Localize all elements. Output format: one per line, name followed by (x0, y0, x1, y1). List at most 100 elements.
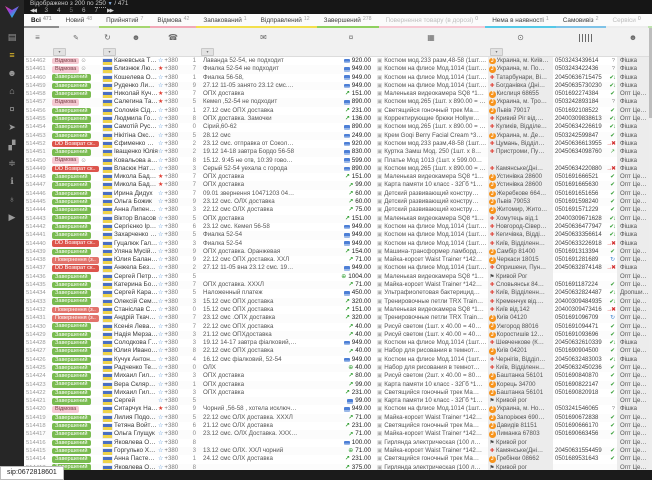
star-icon[interactable]: ☆ (158, 448, 163, 454)
comment-cell[interactable]: Фиалка 56-58, (199, 74, 328, 82)
tab-5[interactable]: Відправлений12 (254, 14, 317, 28)
phone-cell[interactable]: ☆+380 (158, 157, 188, 165)
tracking-cell[interactable]: 20450632824487✔↓ (553, 289, 617, 297)
status-cell[interactable]: Завершений (51, 414, 101, 422)
phone-cell[interactable]: ☆+380 (158, 107, 188, 115)
phone-cell[interactable]: ☆+380 (158, 422, 188, 430)
app-logo[interactable] (0, 0, 24, 24)
customer-name[interactable]: Самотій Руслана Во… (114, 123, 158, 131)
table-row[interactable]: 514419 Завершений Лилия Подолинская ☆+38… (24, 414, 649, 422)
tracking-cell[interactable]: 0501691651656✔ (553, 190, 617, 198)
status-cell[interactable]: Завершений (51, 181, 101, 189)
table-row[interactable]: 514451 Завершений Іващенко Юлія ☆+380 2 … (24, 148, 649, 156)
table-row[interactable]: 514420 Відмова Ситарчук Наталія ★+380 9 … (24, 405, 649, 413)
phone-cell[interactable]: ☆+380 (158, 215, 188, 223)
phone-cell[interactable]: ☆+380 (158, 74, 188, 82)
client-group-icon[interactable]: ☻ (617, 33, 649, 42)
customer-name[interactable]: Анна Липенська (114, 206, 158, 214)
tracking-cell[interactable]: 20400309484935✔↓ (553, 298, 617, 306)
comment-cell[interactable]: Серый 52-54 уехала с города (199, 165, 328, 173)
status-cell[interactable]: Завершений (51, 347, 101, 355)
customer-name[interactable]: Ольга Божик (114, 198, 158, 206)
star-icon[interactable]: ☆ (158, 307, 163, 313)
location-icon[interactable]: ⊙ (488, 33, 553, 42)
customer-name[interactable]: Микола Бадражан (114, 173, 158, 181)
comment-cell[interactable]: 27.12 смс ОПХ доставка (199, 107, 328, 115)
comment-cell[interactable]: 15.12 смс ОПХ доставка (199, 298, 328, 306)
table-row[interactable]: 514457 Відмова Салегина Татьяна С… ★+380… (24, 98, 649, 106)
status-cell[interactable]: Завершений (51, 248, 101, 256)
phone-cell[interactable]: ★+380 (158, 98, 188, 106)
table-row[interactable]: 514415 Завершений Горгулько Христина ☆+3… (24, 447, 649, 455)
phone-cell[interactable]: ☆+380 (158, 115, 188, 123)
comment-filter-dropdown[interactable]: ▼ (201, 48, 214, 56)
status-cell[interactable]: Завершений (51, 148, 101, 156)
status-cell[interactable]: Повернення (з.. (51, 314, 101, 322)
tracking-cell[interactable]: 0501689531643✔ (553, 455, 617, 463)
phone-cell[interactable]: ★+380 (158, 65, 188, 73)
phone-cell[interactable]: ★+380 (158, 181, 188, 189)
globe-icon[interactable]: ♁ (0, 190, 24, 208)
customer-name[interactable]: Сергієнко Ірина Ан… (114, 223, 158, 231)
customer-name[interactable]: Михаил Гилецкий (114, 389, 158, 397)
table-row[interactable]: 514434 Завершений Сергей Карамышев ☆+380… (24, 289, 649, 297)
customer-name[interactable]: Катерина Богдан (114, 281, 158, 289)
phone-cell[interactable]: ☆+380 (158, 123, 188, 131)
tracking-cell[interactable]: 0501690840870✔ (553, 372, 617, 380)
star-icon[interactable]: ☆ (158, 108, 163, 114)
table-row[interactable]: 514459 Завершений Руденко Лидия Пав… ☆+3… (24, 82, 649, 90)
customer-name[interactable]: Лилия Подолинская (114, 414, 158, 422)
table-row[interactable]: 514414 Завершений Анна Пастернак ☆+380 1… (24, 455, 649, 463)
tracking-cell[interactable]: 0503243439614? (553, 57, 617, 65)
table-row[interactable]: 514422 Завершений Михаил Гилецкий ☆+380 … (24, 389, 649, 397)
comment-cell[interactable]: 22.12 смс ОПХ доставка. ХХЛ (199, 256, 328, 264)
phone-cell[interactable]: ☆+380 (158, 306, 188, 314)
star-icon[interactable]: ★ (158, 66, 163, 72)
page-number-4[interactable]: 4 (57, 7, 61, 14)
tracking-cell[interactable]: 0501692108522✔ (553, 107, 617, 115)
status-cell[interactable]: Завершений (51, 298, 101, 306)
status-cell[interactable]: Відмова⊙ (51, 65, 101, 73)
customer-name[interactable]: Олексій Семанів (114, 298, 158, 306)
table-row[interactable]: 514456 Завершений Соломія Сідоніна ☆+380… (24, 107, 649, 115)
star-icon[interactable]: ☆ (158, 423, 163, 429)
customer-name[interactable]: Тетяна Войтович (114, 422, 158, 430)
customer-name[interactable]: Горгулько Христина (114, 447, 158, 455)
comment-cell[interactable]: 24.12 смс ОЛХ доставка (199, 455, 328, 463)
tracking-cell[interactable]: 20450634098760↗ (553, 148, 617, 156)
table-row[interactable]: 514426 Завершений Кучук Антонина ☆+380 4… (24, 356, 649, 364)
star-icon[interactable]: ☆ (158, 124, 163, 130)
table-row[interactable]: 514448 Завершений Микола Бадражан ★+380 … (24, 173, 649, 181)
star-icon[interactable]: ☆ (158, 257, 163, 263)
star-icon[interactable]: ☆ (158, 282, 163, 288)
tab-11[interactable]: В дорозі додому0 (648, 14, 652, 28)
status-filter-dropdown[interactable]: ▼ (53, 48, 66, 56)
flag-filter-dropdown[interactable]: ▼ (103, 48, 116, 56)
star-icon[interactable]: ☆ (158, 191, 163, 197)
star-icon[interactable]: ☆ (158, 390, 163, 396)
status-cell[interactable]: DD Возврат ск.. (51, 165, 101, 173)
tracking-cell[interactable]: 0501691187224✔ (553, 281, 617, 289)
comment-cell[interactable]: ОПХ доставка (199, 181, 328, 189)
settings-sliders-icon[interactable]: ≑ (0, 154, 24, 172)
comment-cell[interactable]: 09.01 звернення 10471203 04… (199, 190, 328, 198)
phone-cell[interactable]: ☆+380 (158, 289, 188, 297)
status-cell[interactable]: Завершений (51, 215, 101, 223)
tracking-cell[interactable]: 20450635730230✔↓ (553, 82, 617, 90)
phone-cell[interactable]: ☆+380 (158, 132, 188, 140)
star-icon[interactable]: ☆ (158, 249, 163, 255)
table-row[interactable]: 514423 Завершений Вера Скляренко ☆+380 1… (24, 381, 649, 389)
tracking-cell[interactable]: 0501691096709↻ (553, 314, 617, 322)
table-row[interactable]: 514455 Завершений Людмила Гончарова ☆+38… (24, 115, 649, 123)
tracking-cell[interactable]: 20450631554459✔ (553, 447, 617, 455)
comment-cell[interactable]: 23.12 смс. отправка от Сокол… (199, 140, 328, 148)
status-cell[interactable]: Завершений (51, 323, 101, 331)
refresh-icon[interactable]: ↻ (101, 33, 114, 42)
comment-cell[interactable]: 22.12 смс ОЛХ доставка (199, 206, 328, 214)
tab-3[interactable]: Відмова42 (150, 14, 196, 28)
status-cell[interactable]: DD Возврат ск.. (51, 264, 101, 272)
comment-cell[interactable]: 27.12 11-05 занято 23.12 смс.… (199, 82, 328, 90)
customer-name[interactable]: Єфименко Ніна (114, 140, 158, 148)
customer-name[interactable]: Уляна Мусійовська (114, 248, 158, 256)
table-row[interactable]: 514427 Завершений Юлия Иванова ☆+380 8 2… (24, 347, 649, 355)
